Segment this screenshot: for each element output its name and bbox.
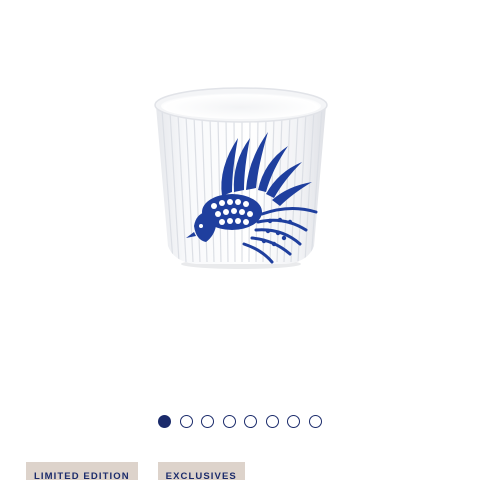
carousel-dot-8[interactable] xyxy=(308,415,322,428)
product-image xyxy=(154,87,328,269)
tag-exclusives: EXCLUSIVES xyxy=(157,462,245,480)
tag-limited-edition: LIMITED EDITION xyxy=(26,462,138,480)
product-page: LIMITED EDITION EXCLUSIVES xyxy=(0,0,480,480)
carousel-dot-4[interactable] xyxy=(222,415,236,428)
carousel-dot-6[interactable] xyxy=(265,415,279,428)
carousel-dot-3[interactable] xyxy=(201,415,215,428)
carousel-dot-1[interactable] xyxy=(158,415,172,428)
cup-inner xyxy=(161,93,321,119)
carousel-dot-5[interactable] xyxy=(244,415,258,428)
product-tags: LIMITED EDITION EXCLUSIVES xyxy=(26,462,245,480)
carousel-dot-7[interactable] xyxy=(287,415,301,428)
carousel-dot-2[interactable] xyxy=(179,415,193,428)
carousel-pagination xyxy=(0,415,480,433)
